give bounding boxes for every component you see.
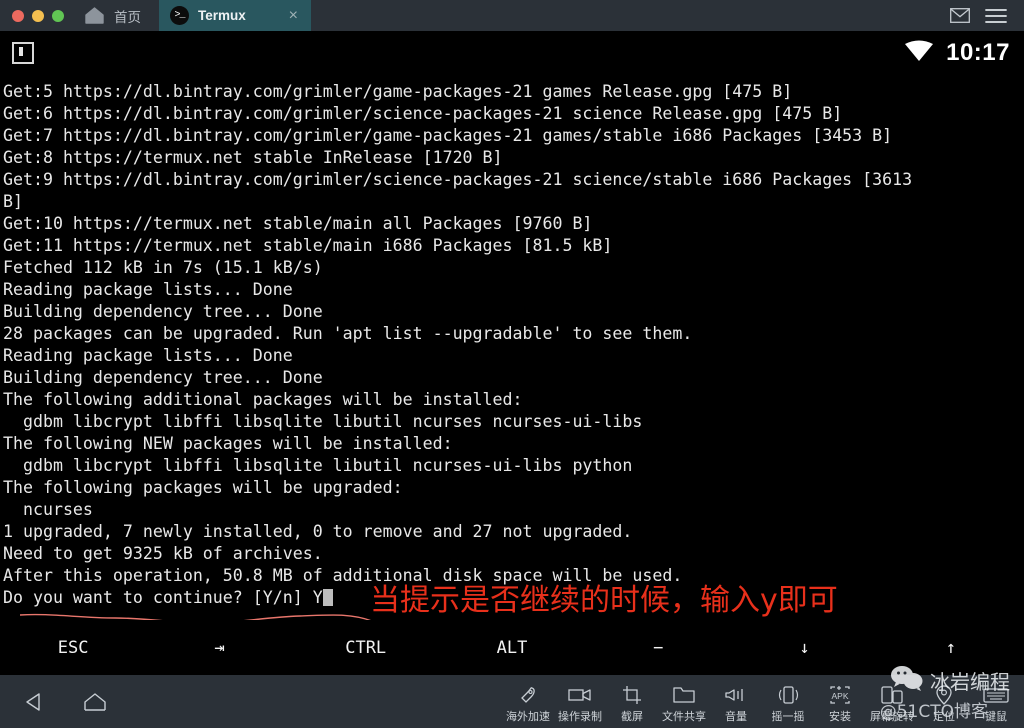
terminal-line: Get:10 https://termux.net stable/main al… bbox=[3, 214, 593, 233]
terminal-line: Get:6 https://dl.bintray.com/grimler/sci… bbox=[3, 104, 843, 123]
close-window-button[interactable] bbox=[12, 9, 24, 22]
ctrl-key[interactable]: CTRL bbox=[293, 620, 439, 675]
app-window: 首页 >_ Termux × 10:17 Get:5 https://dl.bi… bbox=[0, 0, 1024, 728]
arrow-up-key[interactable]: ↑ bbox=[878, 620, 1024, 675]
tool-label: 操作录制 bbox=[558, 710, 602, 723]
tool-label: 截屏 bbox=[621, 710, 643, 723]
tool-shake[interactable]: 摇一摇 bbox=[762, 679, 814, 724]
hamburger-menu-icon[interactable] bbox=[978, 0, 1014, 31]
esc-key[interactable]: ESC bbox=[0, 620, 146, 675]
terminal-scrollback: Get:5 https://dl.bintray.com/grimler/gam… bbox=[3, 81, 1024, 587]
tool-strip: 海外加速 操作录制 截屏 文件共享 音量 摇一摇 APK 安装 屏幕旋转 定位 … bbox=[502, 679, 1024, 724]
home-icon bbox=[84, 7, 105, 24]
terminal-cursor bbox=[322, 589, 333, 606]
shake-phone-icon bbox=[776, 684, 800, 706]
minus-key[interactable]: − bbox=[585, 620, 731, 675]
terminal-output[interactable]: Get:5 https://dl.bintray.com/grimler/gam… bbox=[0, 75, 1024, 620]
arrow-down-key[interactable]: ↓ bbox=[731, 620, 877, 675]
tool-record[interactable]: 操作录制 bbox=[554, 679, 606, 724]
alt-key[interactable]: ALT bbox=[439, 620, 585, 675]
tool-label: 海外加速 bbox=[506, 710, 550, 723]
terminal-prompt-text: Do you want to continue? [Y/n] Y bbox=[3, 588, 323, 607]
title-bar: 首页 >_ Termux × bbox=[0, 0, 1024, 31]
terminal-line: Fetched 112 kB in 7s (15.1 kB/s) bbox=[3, 258, 323, 277]
terminal-line: Get:11 https://termux.net stable/main i6… bbox=[3, 236, 613, 255]
session-cursor-icon[interactable] bbox=[12, 42, 34, 64]
tool-overseas-accelerate[interactable]: 海外加速 bbox=[502, 679, 554, 724]
minimize-window-button[interactable] bbox=[32, 9, 44, 22]
terminal-line: Building dependency tree... Done bbox=[3, 368, 323, 387]
terminal-line: The following packages will be upgraded: bbox=[3, 478, 403, 497]
tool-screenshot[interactable]: 截屏 bbox=[606, 679, 658, 724]
tool-label: 文件共享 bbox=[662, 710, 706, 723]
wifi-icon bbox=[904, 40, 934, 67]
tool-rotate[interactable]: 屏幕旋转 bbox=[866, 679, 918, 724]
terminal-line: gdbm libcrypt libffi libsqlite libutil n… bbox=[3, 456, 633, 475]
speaker-icon bbox=[725, 684, 747, 706]
home-tab-label: 首页 bbox=[114, 9, 141, 25]
terminal-line: The following NEW packages will be insta… bbox=[3, 434, 453, 453]
close-icon[interactable]: × bbox=[286, 6, 301, 26]
rocket-icon bbox=[518, 684, 538, 706]
terminal-line: Reading package lists... Done bbox=[3, 346, 293, 365]
crop-screenshot-icon bbox=[622, 684, 642, 706]
terminal-line: Get:7 https://dl.bintray.com/grimler/gam… bbox=[3, 126, 893, 145]
home-tab[interactable]: 首页 bbox=[74, 0, 159, 31]
title-bar-spacer bbox=[311, 0, 942, 31]
tool-location[interactable]: 定位 bbox=[918, 679, 970, 724]
status-bar: 10:17 bbox=[0, 31, 1024, 75]
status-bar-right: 10:17 bbox=[904, 39, 1024, 67]
terminal-line: Need to get 9325 kB of archives. bbox=[3, 544, 323, 563]
tool-volume[interactable]: 音量 bbox=[710, 679, 762, 724]
tool-label: 摇一摇 bbox=[771, 710, 805, 723]
terminal-line: B] bbox=[3, 192, 23, 211]
tool-label: 音量 bbox=[725, 710, 747, 723]
maximize-window-button[interactable] bbox=[52, 9, 64, 22]
tool-install[interactable]: APK 安装 bbox=[814, 679, 866, 724]
back-button[interactable] bbox=[20, 689, 46, 715]
tool-label: 键鼠 bbox=[985, 710, 1007, 723]
terminal-line: Reading package lists... Done bbox=[3, 280, 293, 299]
tab-key[interactable]: ⇥ bbox=[146, 620, 292, 675]
video-camera-icon bbox=[568, 684, 592, 706]
keyboard-icon bbox=[983, 684, 1009, 706]
folder-icon bbox=[673, 684, 695, 706]
terminal-line: ncurses bbox=[3, 500, 93, 519]
system-nav-buttons bbox=[0, 689, 108, 715]
svg-text:APK: APK bbox=[831, 691, 848, 701]
terminal-line: Get:9 https://dl.bintray.com/grimler/sci… bbox=[3, 170, 913, 189]
envelope-icon[interactable] bbox=[942, 0, 978, 31]
location-pin-icon bbox=[935, 684, 953, 706]
home-button[interactable] bbox=[82, 689, 108, 715]
status-bar-left bbox=[0, 42, 34, 64]
clock: 10:17 bbox=[946, 39, 1010, 66]
terminal-line: Get:8 https://termux.net stable InReleas… bbox=[3, 148, 503, 167]
tab-termux-label: Termux bbox=[198, 8, 246, 23]
terminal-line: 1 upgraded, 7 newly installed, 0 to remo… bbox=[3, 522, 633, 541]
terminal-line: Building dependency tree... Done bbox=[3, 302, 323, 321]
tool-label: 安装 bbox=[829, 710, 851, 723]
title-bar-actions bbox=[942, 0, 1024, 31]
annotation-text: 当提示是否继续的时候，输入y即可 bbox=[370, 583, 838, 618]
bottom-navigation-bar: 海外加速 操作录制 截屏 文件共享 音量 摇一摇 APK 安装 屏幕旋转 定位 … bbox=[0, 675, 1024, 728]
terminal-line: The following additional packages will b… bbox=[3, 390, 523, 409]
extra-keys-row: ESC ⇥ CTRL ALT − ↓ ↑ bbox=[0, 620, 1024, 675]
tab-termux[interactable]: >_ Termux × bbox=[159, 0, 311, 31]
tool-label: 屏幕旋转 bbox=[870, 710, 914, 723]
tool-file-share[interactable]: 文件共享 bbox=[658, 679, 710, 724]
apk-install-icon: APK bbox=[828, 684, 852, 706]
window-controls bbox=[0, 0, 74, 31]
terminal-line: Get:5 https://dl.bintray.com/grimler/gam… bbox=[3, 82, 793, 101]
tool-label: 定位 bbox=[933, 710, 955, 723]
tool-keyboard-mouse[interactable]: 键鼠 bbox=[970, 679, 1022, 724]
terminal-line: 28 packages can be upgraded. Run 'apt li… bbox=[3, 324, 693, 343]
terminal-line: gdbm libcrypt libffi libsqlite libutil n… bbox=[3, 412, 643, 431]
terminal-prompt-icon: >_ bbox=[170, 6, 189, 25]
rotate-screen-icon bbox=[880, 684, 904, 706]
